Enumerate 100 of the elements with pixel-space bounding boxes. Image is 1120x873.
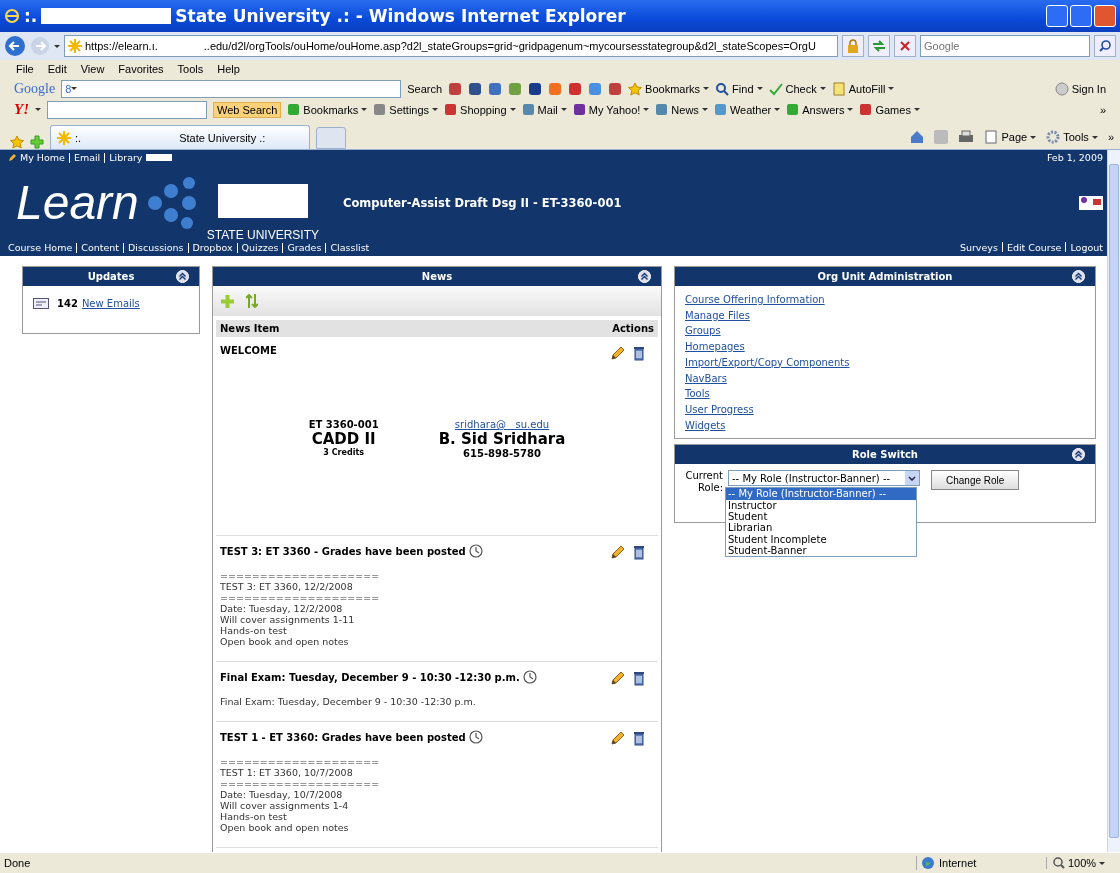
trash-icon[interactable] — [632, 670, 646, 686]
add-favorite-icon[interactable] — [30, 135, 44, 149]
admin-link[interactable]: Course Offering Information — [685, 294, 825, 307]
caret-icon[interactable] — [1091, 135, 1098, 139]
menu-item[interactable]: File — [16, 63, 34, 75]
toolbar-button[interactable]: Settings — [373, 103, 439, 116]
admin-link[interactable]: Widgets — [685, 419, 726, 433]
caret-icon[interactable] — [361, 108, 368, 111]
caret-icon[interactable] — [643, 108, 650, 111]
toolbar-button[interactable]: Shopping — [444, 103, 516, 116]
menu-item[interactable]: Help — [217, 63, 240, 75]
nav-link[interactable]: Classlist — [330, 242, 370, 253]
command-button[interactable]: Tools — [1046, 130, 1098, 144]
scroll-thumb[interactable] — [1109, 164, 1119, 838]
caret-icon[interactable] — [888, 87, 895, 90]
nav-link[interactable]: Dropbox — [192, 242, 233, 253]
dropdown-option[interactable]: Student — [726, 510, 916, 523]
address-field[interactable]: https://elearn.ı. ..edu/d2l/orgTools/ouHome/ouHome.asp?d2l_stateGroups=grid~gridpagenum~mycoursesstategroup&d2l_stateScopes=OrgU — [64, 35, 838, 57]
caret-icon[interactable] — [1099, 861, 1106, 865]
toolbar-square-icon[interactable] — [568, 81, 583, 96]
menu-item[interactable]: View — [80, 63, 105, 75]
nav-link[interactable]: Course Home — [8, 242, 73, 253]
toolbar-square-icon[interactable] — [448, 81, 463, 96]
home-icon[interactable] — [910, 130, 925, 144]
dropdown-option[interactable]: Instructor — [726, 499, 916, 511]
toolbar-search-field[interactable] — [47, 100, 207, 119]
collapse-icon[interactable] — [638, 270, 651, 283]
caret-icon[interactable] — [509, 108, 516, 111]
caret-icon[interactable] — [71, 87, 78, 90]
caret-icon[interactable] — [819, 87, 826, 90]
admin-link[interactable]: Groups — [685, 325, 721, 339]
caret-icon[interactable] — [913, 108, 920, 111]
toolbar-button[interactable]: My Yahoo! — [572, 103, 650, 116]
lock-button[interactable] — [842, 35, 864, 57]
more-button[interactable]: » — [1107, 131, 1114, 143]
admin-link[interactable]: Tools — [685, 388, 710, 401]
collapse-icon[interactable] — [1072, 270, 1085, 283]
caret-icon[interactable] — [701, 108, 708, 111]
caret-icon[interactable] — [432, 108, 439, 111]
role-dropdown[interactable]: -- My Role (Instructor-Banner) -- — [728, 470, 920, 487]
toolbar-button[interactable]: Search — [407, 82, 443, 95]
toolbar-square-icon[interactable] — [528, 81, 543, 96]
menu-item[interactable]: Edit — [47, 63, 67, 75]
toolbar-square-icon[interactable] — [488, 81, 503, 96]
emails-link[interactable]: New Emails — [81, 298, 140, 309]
pencil-icon[interactable] — [610, 544, 626, 560]
admin-link[interactable]: NavBars — [685, 372, 727, 386]
nav-link[interactable]: Email — [73, 152, 101, 163]
toolbar-button[interactable]: AutoFill — [831, 81, 895, 96]
sign-in-button[interactable]: Sign In — [1054, 81, 1106, 96]
stop-button[interactable] — [894, 35, 916, 57]
close-button[interactable] — [1094, 5, 1116, 27]
nav-link[interactable]: Library — [109, 152, 143, 163]
dropdown-option[interactable]: Student-Banner — [726, 544, 916, 557]
refresh-button[interactable] — [868, 35, 890, 57]
dropdown-option[interactable]: Student Incomplete — [726, 533, 916, 545]
trash-icon[interactable] — [632, 544, 646, 560]
nav-link[interactable]: Content — [81, 242, 120, 253]
caret-icon[interactable] — [35, 108, 41, 111]
nav-link[interactable]: Logout — [1070, 242, 1103, 253]
toolbar-button[interactable]: Bookmarks — [628, 81, 710, 96]
nav-link[interactable]: Surveys — [959, 242, 998, 253]
admin-link[interactable]: Homepages — [685, 341, 745, 354]
dropdown-option[interactable]: -- My Role (Instructor-Banner) -- — [726, 488, 916, 500]
caret-icon[interactable] — [774, 108, 781, 111]
nav-link[interactable]: Discussions — [128, 242, 184, 253]
trash-icon[interactable] — [632, 345, 646, 361]
back-icon[interactable] — [4, 35, 26, 57]
caret-icon[interactable] — [703, 87, 710, 90]
toolbar-button[interactable]: Games — [859, 103, 920, 116]
admin-link[interactable]: Import/Export/Copy Components — [685, 356, 850, 370]
pencil-icon[interactable] — [610, 730, 626, 746]
collapse-icon[interactable] — [176, 270, 189, 283]
toolbar-search-field[interactable]: 8 — [61, 79, 402, 98]
toolbar-square-icon[interactable] — [468, 81, 483, 96]
admin-link[interactable]: User Progress — [685, 403, 754, 417]
caret-icon[interactable] — [54, 44, 60, 48]
caret-icon[interactable] — [1030, 135, 1037, 139]
favorites-star-icon[interactable] — [10, 135, 24, 149]
printer-icon[interactable] — [958, 130, 975, 144]
search-field[interactable]: Google — [920, 35, 1090, 57]
collapse-icon[interactable] — [1072, 448, 1085, 462]
toolbar-button[interactable]: Mail — [521, 103, 567, 116]
nav-link[interactable]: My Home — [20, 152, 65, 163]
menu-item[interactable]: Favorites — [118, 63, 164, 75]
dropdown-option[interactable]: Librarian — [726, 522, 916, 534]
scrollbar[interactable] — [1107, 150, 1120, 852]
toolbar-logo[interactable]: Y! — [14, 101, 29, 118]
minimize-button[interactable] — [1046, 5, 1068, 27]
nav-link[interactable]: Quizzes — [241, 242, 279, 253]
pencil-icon[interactable] — [610, 670, 626, 686]
toolbar-square-icon[interactable] — [608, 81, 623, 96]
toolbar-button[interactable]: Weather — [713, 103, 781, 116]
toolbar-button[interactable]: Bookmarks — [287, 103, 368, 116]
caret-icon[interactable] — [756, 87, 763, 90]
command-button[interactable]: Page — [984, 130, 1037, 144]
trash-icon[interactable] — [632, 730, 646, 746]
email-address-link[interactable]: sridhara@ su.edu — [454, 419, 550, 430]
maximize-button[interactable] — [1070, 5, 1092, 27]
pencil-icon[interactable] — [610, 345, 626, 361]
